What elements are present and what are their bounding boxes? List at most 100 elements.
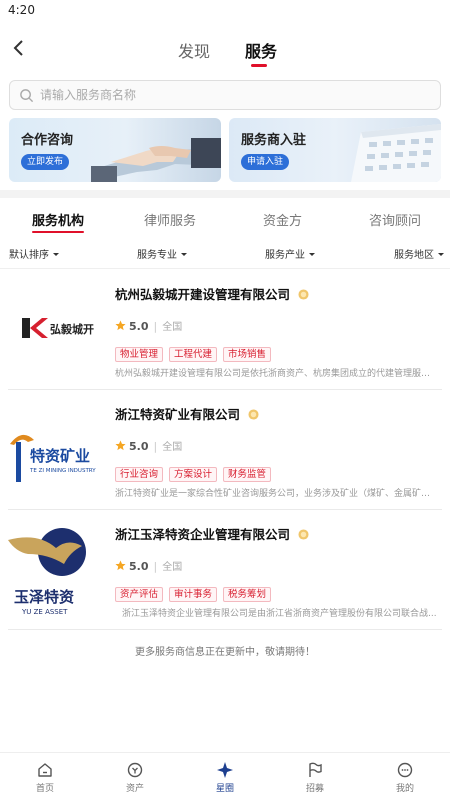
category-active-indicator	[32, 231, 85, 233]
provider-name-text: 浙江特资矿业有限公司	[115, 407, 241, 422]
tab-service-agency-label: 服务机构	[32, 214, 85, 229]
filter-default-sort[interactable]: 默认排序	[9, 246, 59, 261]
nav-star-circle[interactable]: 星圈	[195, 761, 255, 794]
provider-name-text: 浙江玉泽特资企业管理有限公司	[115, 527, 291, 542]
search-input[interactable]	[40, 82, 420, 108]
hongyi-logo-text: 弘毅城开	[50, 322, 94, 336]
provider-logo-tezi: 特资矿业 TE ZI MINING INDUSTRY	[8, 412, 108, 492]
provider-tags: 行业咨询 方案设计 财务监管	[115, 462, 277, 482]
provider-tags: 资产评估 审计事务 税务筹划	[115, 582, 277, 602]
filter-service-specialty[interactable]: 服务专业	[137, 246, 187, 261]
provider-description: 浙江玉泽特资企业管理有限公司是由浙江省浙商资产管理股份有限公司联合战...	[122, 609, 437, 619]
publish-now-button[interactable]: 立即发布	[21, 154, 70, 170]
hongyi-logo-icon: 弘毅城开	[22, 318, 94, 338]
provider-logo-hongyi: 弘毅城开	[8, 288, 108, 368]
tezi-logo-subtext: TE ZI MINING INDUSTRY	[29, 468, 96, 474]
apply-join-button[interactable]: 申请入驻	[241, 154, 290, 170]
provider-name: 浙江玉泽特资企业管理有限公司	[115, 524, 309, 543]
more-providers-note: 更多服务商信息正在更新中，敬请期待！	[135, 647, 315, 658]
star-icon	[115, 320, 126, 331]
caret-down-icon	[438, 253, 444, 256]
search-icon	[20, 89, 34, 103]
handshake-illustration-icon	[91, 138, 221, 182]
card-divider	[8, 629, 442, 630]
provider-name: 杭州弘毅城开建设管理有限公司	[115, 284, 309, 303]
caret-down-icon	[53, 253, 59, 256]
nav-star-circle-label: 星圈	[215, 784, 234, 794]
tab-lawyer-service[interactable]: 律师服务	[144, 210, 196, 229]
caret-down-icon	[309, 253, 315, 256]
nav-asset-label: 资产	[125, 784, 144, 794]
rating-score: 5.0	[129, 440, 149, 453]
rating-score: 5.0	[129, 560, 149, 573]
service-tag: 方案设计	[169, 467, 218, 482]
tezi-logo-text: 特资矿业	[30, 447, 90, 465]
verified-badge-icon	[248, 409, 259, 420]
provider-card[interactable]: 弘毅城开 杭州弘毅城开建设管理有限公司 5.0 | 全国 物业管理 工程代建 市场销售 …	[0, 270, 450, 390]
tab-active-indicator	[251, 64, 267, 67]
yuze-logo-icon: 玉泽特资 YU ZE ASSET	[8, 528, 86, 616]
rating-score: 5.0	[129, 320, 149, 333]
filter-service-industry[interactable]: 服务产业	[265, 246, 315, 261]
verified-badge-icon	[298, 289, 309, 300]
flag-icon	[309, 762, 322, 777]
nav-recruit[interactable]: 招募	[285, 761, 345, 794]
nav-asset[interactable]: 资产	[105, 761, 165, 794]
tab-consultant[interactable]: 咨询顾问	[369, 210, 421, 229]
search-bar	[9, 80, 441, 110]
category-tabs: 服务机构 律师服务 资金方 咨询顾问	[0, 210, 450, 234]
filter-bar: 默认排序 服务专业 服务产业 服务地区	[0, 246, 450, 261]
banner-provider-join-title: 服务商入驻	[241, 133, 307, 148]
provider-name: 浙江特资矿业有限公司	[115, 404, 259, 423]
home-icon	[38, 763, 52, 777]
top-navigation: 发现 服务	[0, 22, 450, 72]
service-tag: 财务监管	[223, 467, 272, 482]
rating-separator: |	[153, 560, 158, 573]
verified-badge-icon	[298, 529, 309, 540]
nav-profile-label: 我的	[395, 784, 414, 794]
filter-service-specialty-label: 服务专业	[137, 250, 177, 261]
filter-service-region[interactable]: 服务地区	[394, 246, 444, 261]
nav-profile[interactable]: 我的	[375, 761, 435, 794]
filter-service-region-label: 服务地区	[394, 250, 434, 261]
status-time: 4:20	[8, 3, 35, 17]
star-icon	[115, 440, 126, 451]
service-tag: 工程代建	[169, 347, 218, 362]
nav-home[interactable]: 首页	[15, 761, 75, 794]
nav-recruit-label: 招募	[305, 784, 324, 794]
service-tag: 税务筹划	[223, 587, 272, 602]
back-arrow-icon[interactable]	[10, 38, 30, 58]
nav-home-label: 首页	[35, 784, 54, 794]
tab-service[interactable]: 服务	[245, 38, 278, 67]
filter-service-industry-label: 服务产业	[265, 250, 305, 261]
yuze-logo-text: 玉泽特资	[14, 588, 74, 606]
asset-icon	[127, 762, 143, 778]
provider-region: 全国	[162, 442, 183, 453]
provider-card[interactable]: 玉泽特资 YU ZE ASSET 浙江玉泽特资企业管理有限公司 5.0 | 全国 资…	[0, 510, 450, 630]
tab-discover[interactable]: 发现	[178, 38, 210, 62]
service-tag: 资产评估	[115, 587, 164, 602]
service-tag: 市场销售	[223, 347, 272, 362]
tab-service-label: 服务	[245, 42, 278, 61]
tezi-logo-icon: 特资矿业 TE ZI MINING INDUSTRY	[10, 434, 96, 482]
bottom-navigation: 首页 资产 星圈 招募 我的	[0, 752, 450, 800]
status-bar: 4:20	[0, 0, 450, 22]
yuze-logo-subtext: YU ZE ASSET	[21, 608, 68, 616]
star-icon	[115, 560, 126, 571]
tab-funder[interactable]: 资金方	[263, 210, 302, 229]
provider-rating: 5.0 | 全国	[115, 438, 182, 453]
profile-icon	[397, 762, 413, 778]
service-tag: 审计事务	[169, 587, 218, 602]
provider-name-text: 杭州弘毅城开建设管理有限公司	[115, 287, 291, 302]
tab-service-agency[interactable]: 服务机构	[32, 210, 85, 233]
service-tag: 行业咨询	[115, 467, 164, 482]
provider-region: 全国	[162, 322, 183, 333]
provider-description: 浙江特资矿业是一家综合性矿业咨询服务公司，业务涉及矿业（煤矿、金属矿、...	[115, 489, 437, 499]
banner-provider-join[interactable]: 服务商入驻 申请入驻	[229, 118, 441, 182]
provider-description: 杭州弘毅城开建设管理有限公司是依托浙商资产、杭房集团成立的代建管理服务...	[115, 369, 437, 379]
banner-cooperation[interactable]: 合作咨询 立即发布	[9, 118, 221, 182]
provider-card[interactable]: 特资矿业 TE ZI MINING INDUSTRY 浙江特资矿业有限公司 5.…	[0, 390, 450, 510]
rating-separator: |	[153, 320, 158, 333]
service-tag: 物业管理	[115, 347, 164, 362]
provider-logo-yuze: 玉泽特资 YU ZE ASSET	[8, 524, 108, 616]
